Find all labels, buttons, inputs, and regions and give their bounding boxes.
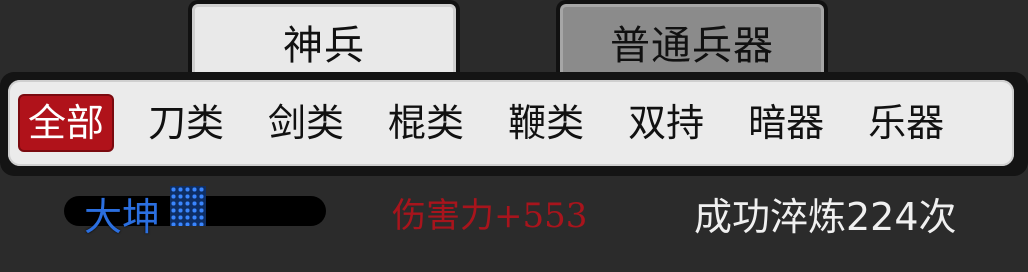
tab-normal-weapons[interactable]: 普通兵器 xyxy=(556,0,828,80)
category-hidden-weapon[interactable]: 暗器 xyxy=(740,96,832,150)
category-sword[interactable]: 剑类 xyxy=(260,96,352,150)
damage-stat: 伤害力+553 xyxy=(392,196,588,236)
player-name: 大坤 xyxy=(84,195,161,239)
tab-divine-weapons-label: 神兵 xyxy=(283,23,365,69)
category-staff[interactable]: 棍类 xyxy=(380,96,472,150)
weapon-info-row[interactable]: 大坤 伤害力+553 成功淬炼224次 xyxy=(0,180,1028,244)
category-dual[interactable]: 双持 xyxy=(620,96,712,150)
category-whip[interactable]: 鞭类 xyxy=(500,96,592,150)
censored-name-mosaic xyxy=(170,186,206,226)
tab-normal-weapons-label: 普通兵器 xyxy=(610,23,774,69)
category-bar: 全部 刀类 剑类 棍类 鞭类 双持 暗器 乐器 xyxy=(8,80,1014,166)
category-instrument[interactable]: 乐器 xyxy=(860,96,952,150)
category-blade[interactable]: 刀类 xyxy=(140,96,232,150)
category-all[interactable]: 全部 xyxy=(20,96,113,150)
tab-divine-weapons[interactable]: 神兵 xyxy=(188,0,460,80)
refine-count: 成功淬炼224次 xyxy=(694,195,957,239)
